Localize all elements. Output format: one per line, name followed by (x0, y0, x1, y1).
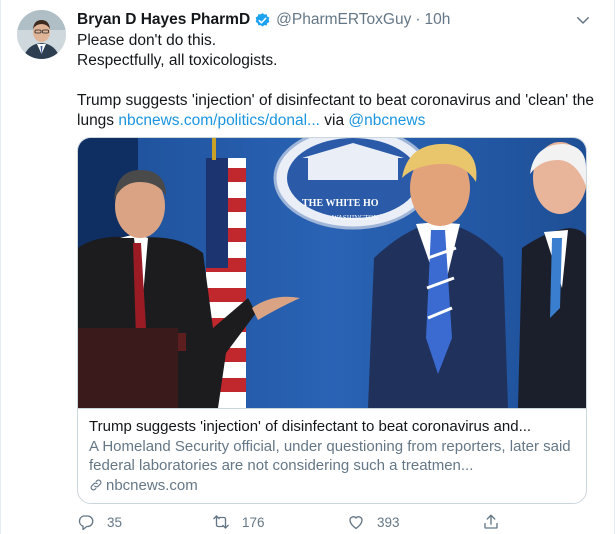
card-description: A Homeland Security official, under ques… (89, 437, 571, 475)
retweet-count: 176 (242, 514, 265, 530)
tweet-line-2: Respectfully, all toxicologists. (77, 52, 278, 69)
shared-article-text: Trump suggests 'injection' of disinfecta… (77, 91, 597, 131)
verified-badge-icon (255, 12, 270, 27)
share-icon (484, 514, 498, 529)
reply-button[interactable]: 35 (77, 512, 122, 532)
separator-dot: · (415, 11, 421, 28)
like-button[interactable]: 393 (347, 512, 400, 532)
via-text: via (319, 112, 349, 129)
avatar[interactable] (17, 10, 66, 59)
author-name[interactable]: Bryan D Hayes PharmD (77, 11, 250, 29)
tweet-text: Please don't do this. Respectfully, all … (77, 31, 597, 131)
sign-text: THE WHITE HO (302, 198, 379, 209)
retweet-icon (213, 515, 229, 529)
like-count: 393 (377, 514, 400, 530)
card-domain-text: nbcnews.com (106, 476, 198, 494)
share-button[interactable] (482, 512, 500, 532)
tweet[interactable]: Bryan D Hayes PharmD @PharmERToxGuy · 10… (0, 0, 615, 534)
tweet-line-1: Please don't do this. (77, 32, 217, 49)
chevron-down-icon[interactable] (574, 11, 592, 29)
tweet-time[interactable]: 10h (425, 11, 451, 29)
author-handle[interactable]: @PharmERToxGuy (276, 11, 411, 29)
mention-link[interactable]: @nbcnews (348, 112, 425, 129)
card-domain: nbcnews.com (89, 476, 575, 496)
link-icon (90, 479, 102, 491)
retweet-button[interactable]: 176 (212, 512, 265, 532)
card-image[interactable]: THE WHITE HO WASHINGTON (78, 138, 586, 408)
reply-count: 35 (107, 514, 123, 530)
card-title: Trump suggests 'injection' of disinfecta… (89, 418, 532, 435)
reply-icon (78, 515, 94, 531)
like-icon (349, 516, 363, 530)
sign-subtext: WASHINGTON (332, 214, 379, 222)
article-link[interactable]: nbcnews.com/politics/donal... (118, 112, 320, 129)
link-preview-card[interactable]: THE WHITE HO WASHINGTON Trump suggests '… (77, 137, 587, 504)
tweet-blank-line (77, 71, 597, 91)
tweet-header: Bryan D Hayes PharmD @PharmERToxGuy · 10… (77, 10, 450, 30)
card-body[interactable]: Trump suggests 'injection' of disinfecta… (78, 408, 586, 503)
